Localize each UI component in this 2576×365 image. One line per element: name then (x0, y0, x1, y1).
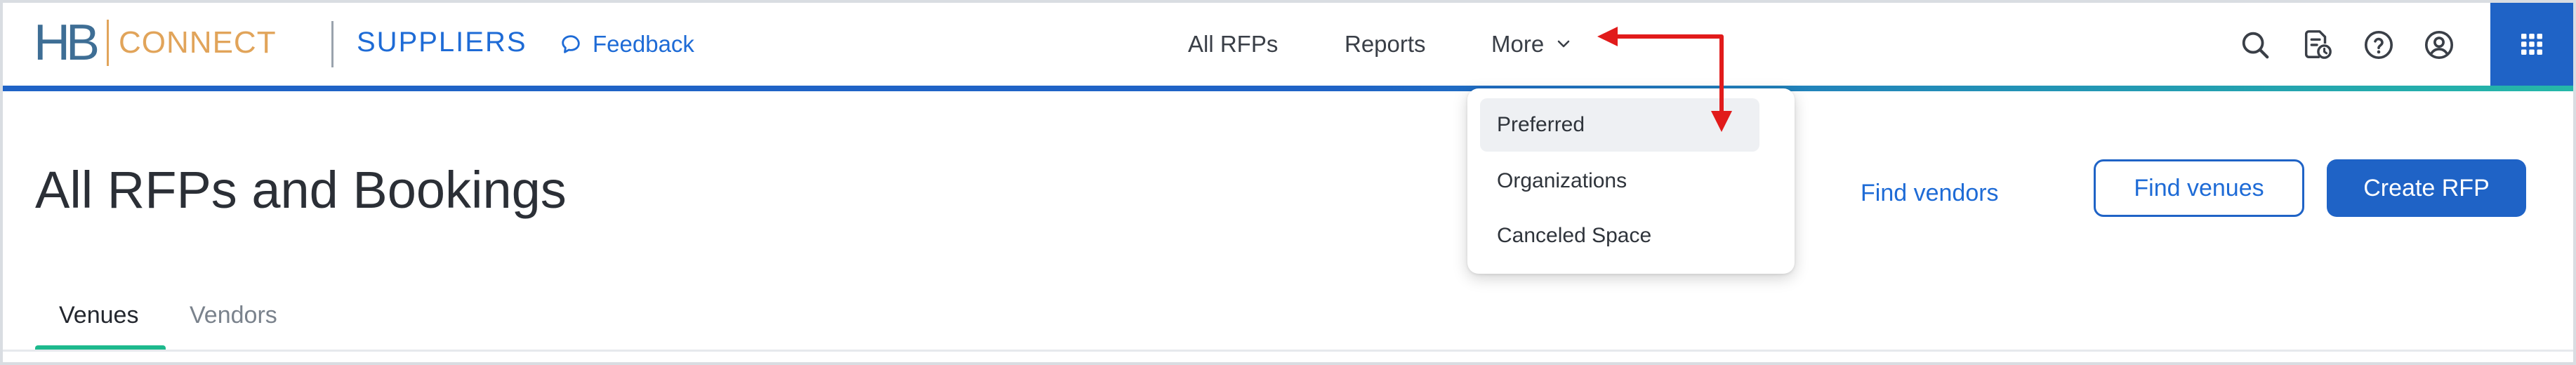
account-icon (2424, 30, 2454, 60)
tab-venues[interactable]: Venues (59, 302, 138, 329)
page-title: All RFPs and Bookings (35, 161, 567, 219)
topbar-accent-line (3, 86, 2573, 91)
search-icon (2242, 32, 2269, 59)
apps-menu-button[interactable] (2490, 3, 2573, 86)
hb-connect-logo[interactable]: HB CONNECT (34, 15, 277, 70)
find-venues-button[interactable]: Find venues (2094, 159, 2304, 217)
menu-item-preferred[interactable]: Preferred (1480, 98, 1759, 152)
brand-divider (331, 21, 333, 67)
section-name: SUPPLIERS (357, 27, 527, 58)
menu-item-canceled-space[interactable]: Canceled Space (1480, 209, 1759, 263)
tab-vendors[interactable]: Vendors (190, 302, 277, 329)
feedback-label: Feedback (593, 31, 694, 57)
more-dropdown-menu: Preferred Organizations Canceled Space (1467, 88, 1795, 274)
logo-separator (107, 20, 110, 66)
nav-more-label: More (1491, 31, 1545, 57)
menu-item-organizations[interactable]: Organizations (1480, 154, 1759, 208)
chat-bubble-icon (562, 35, 580, 53)
document-clock-icon (2304, 30, 2332, 59)
feedback-link[interactable]: Feedback (559, 31, 694, 58)
nav-more[interactable]: More (1491, 31, 1572, 58)
nav-reports[interactable]: Reports (1345, 31, 1426, 58)
document-history-button[interactable] (2299, 27, 2335, 63)
logo-mark: HB (34, 15, 100, 71)
help-button[interactable] (2360, 27, 2397, 63)
logo-product-name: CONNECT (119, 25, 277, 60)
help-icon (2364, 30, 2393, 60)
nav-all-rfps[interactable]: All RFPs (1188, 31, 1278, 58)
tabs-divider (3, 350, 2573, 352)
find-vendors-button[interactable]: Find vendors (1861, 170, 1999, 216)
account-button[interactable] (2421, 27, 2457, 63)
chevron-down-icon (1557, 40, 1570, 48)
create-rfp-button[interactable]: Create RFP (2327, 159, 2526, 217)
apps-grid-icon (2521, 34, 2542, 55)
search-button[interactable] (2237, 27, 2273, 63)
